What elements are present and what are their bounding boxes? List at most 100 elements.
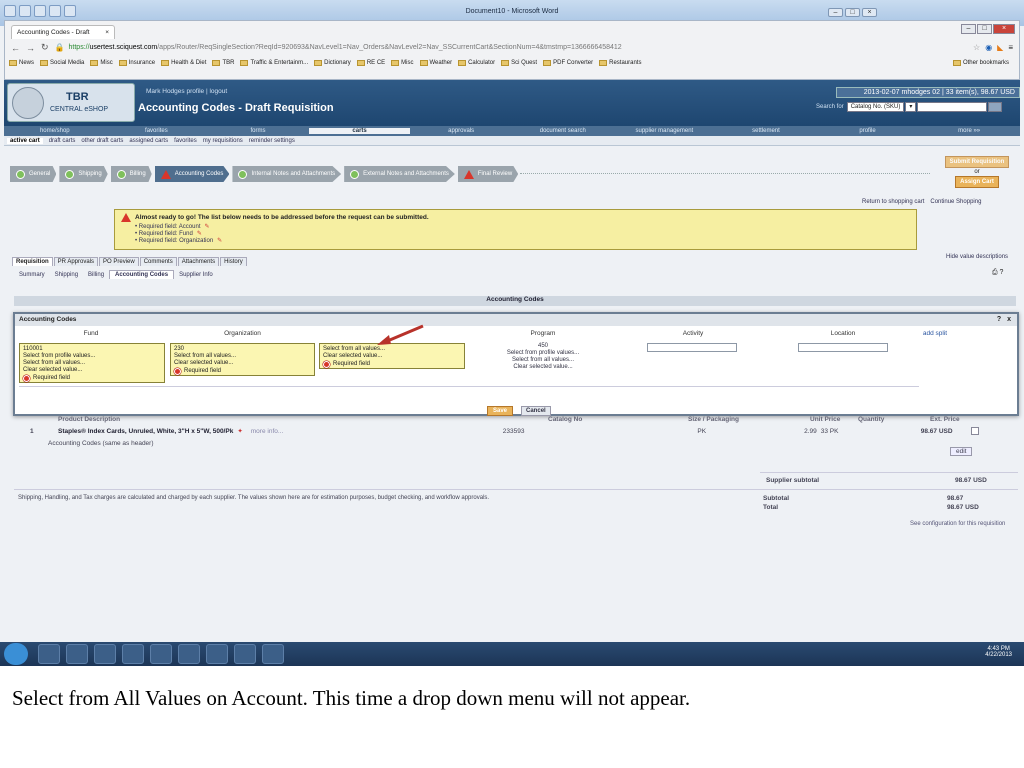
- edit-pencil-icon[interactable]: ✎: [217, 238, 222, 244]
- main-nav-item[interactable]: supplier management: [614, 128, 716, 134]
- program-profile-option[interactable]: Select from profile values...: [485, 350, 601, 357]
- bookmark-item[interactable]: Misc: [391, 59, 414, 66]
- media-icon[interactable]: [94, 644, 116, 664]
- location-input[interactable]: [798, 343, 888, 352]
- bookmark-item[interactable]: Insurance: [118, 59, 155, 66]
- hide-descriptions-link[interactable]: Hide value descriptions: [946, 254, 1008, 260]
- powerpoint-icon[interactable]: [262, 644, 284, 664]
- maximize-icon[interactable]: □: [977, 24, 992, 34]
- bookmark-item[interactable]: Misc: [90, 59, 113, 66]
- main-nav-item[interactable]: profile: [817, 128, 919, 134]
- edit-pencil-icon[interactable]: ✎: [205, 224, 210, 230]
- bookmark-item[interactable]: News: [9, 59, 34, 66]
- requisition-tab[interactable]: History: [220, 257, 247, 266]
- requisition-subtab[interactable]: Accounting Codes: [109, 270, 175, 279]
- requisition-tab[interactable]: Requisition: [12, 257, 53, 266]
- bookmark-item[interactable]: PDF Converter: [543, 59, 593, 66]
- add-split-link[interactable]: add split: [920, 330, 950, 337]
- bookmark-item[interactable]: RE CE: [356, 59, 385, 66]
- url-field[interactable]: https://usertest.sciquest.com/apps/Route…: [69, 44, 622, 51]
- chrome-icon[interactable]: [206, 644, 228, 664]
- cancel-button[interactable]: Cancel: [521, 406, 551, 416]
- bookmark-item[interactable]: Health & Diet: [161, 59, 206, 66]
- sub-nav-item[interactable]: reminder settings: [249, 138, 295, 144]
- step-shipping[interactable]: Shipping: [59, 166, 108, 182]
- other-bookmarks[interactable]: Other bookmarks: [952, 59, 1009, 66]
- return-to-cart-link[interactable]: Return to shopping cart: [862, 199, 924, 205]
- requisition-tab[interactable]: Comments: [139, 257, 177, 266]
- step-external-notes-and-attachments[interactable]: External Notes and Attachments: [344, 166, 455, 182]
- minimize-icon[interactable]: –: [961, 24, 976, 34]
- maximize-icon[interactable]: □: [845, 8, 860, 17]
- alert-item[interactable]: • Required field: Organization ✎: [135, 238, 910, 245]
- explorer-icon[interactable]: [66, 644, 88, 664]
- sub-nav-item[interactable]: draft carts: [49, 138, 76, 144]
- word-icon[interactable]: [234, 644, 256, 664]
- bookmark-item[interactable]: Social Media: [40, 59, 84, 66]
- notepad-icon[interactable]: [122, 644, 144, 664]
- star-icon[interactable]: ☆: [973, 43, 980, 52]
- minimize-icon[interactable]: –: [828, 8, 843, 17]
- edit-button[interactable]: edit: [950, 447, 973, 456]
- requisition-subtab[interactable]: Supplier Info: [174, 271, 218, 279]
- account-clear-option[interactable]: Clear selected value...: [323, 353, 461, 360]
- system-clock[interactable]: 4:43 PM 4/22/2013: [985, 646, 1012, 658]
- close-icon[interactable]: ×: [993, 24, 1015, 34]
- search-go-button[interactable]: [988, 102, 1003, 112]
- organization-clear-option[interactable]: Clear selected value...: [174, 360, 311, 367]
- main-nav-item[interactable]: favorites: [106, 128, 208, 134]
- bookmark-item[interactable]: Calculator: [458, 59, 495, 66]
- bookmark-item[interactable]: Dictionary: [314, 59, 351, 66]
- favorite-icon[interactable]: ✦: [237, 427, 242, 435]
- start-icon[interactable]: [4, 643, 28, 665]
- cart-summary[interactable]: 2013-02-07 mhodges 02 | 33 item(s), 98.6…: [836, 87, 1020, 98]
- program-field[interactable]: 450 Select from profile values... Select…: [485, 343, 601, 371]
- bookmark-item[interactable]: Restaurants: [599, 59, 641, 66]
- fund-clear-option[interactable]: Clear selected value...: [23, 367, 161, 374]
- edit-pencil-icon[interactable]: ✎: [197, 231, 202, 237]
- step-accounting-codes[interactable]: Accounting Codes: [154, 166, 230, 182]
- tab-close-icon[interactable]: ×: [105, 29, 109, 36]
- save-button[interactable]: Save: [487, 406, 514, 416]
- main-nav-item[interactable]: carts: [308, 128, 411, 134]
- print-icon[interactable]: ⎙ ?: [992, 269, 1003, 277]
- row-description[interactable]: Staples® Index Cards, Unruled, White, 3"…: [58, 428, 233, 435]
- program-clear-option[interactable]: Clear selected value...: [485, 364, 601, 371]
- sub-nav-item[interactable]: my requisitions: [203, 138, 243, 144]
- alert-item[interactable]: • Required field: Account ✎: [135, 224, 910, 231]
- see-configuration-link[interactable]: See configuration for this requisition: [910, 521, 1005, 527]
- forward-icon[interactable]: →: [26, 43, 35, 53]
- bookmark-item[interactable]: TBR: [212, 59, 234, 66]
- lifesaver-icon[interactable]: [150, 644, 172, 664]
- main-nav-item[interactable]: home/shop: [4, 128, 106, 134]
- requisition-tab[interactable]: PR Approvals: [53, 257, 99, 266]
- main-nav-item[interactable]: approvals: [410, 128, 512, 134]
- search-type-select[interactable]: Catalog No. (SKU): [846, 102, 905, 112]
- close-icon[interactable]: ×: [862, 8, 877, 17]
- user-links[interactable]: Mark Hodges profile | logout: [146, 88, 227, 95]
- fund-field[interactable]: 110001 Select from profile values... Sel…: [19, 343, 165, 383]
- sub-nav-item[interactable]: other draft carts: [81, 138, 123, 144]
- search-input[interactable]: [917, 102, 988, 112]
- sub-nav-item[interactable]: favorites: [174, 138, 197, 144]
- ie-icon[interactable]: [38, 644, 60, 664]
- row-checkbox[interactable]: [970, 427, 979, 435]
- requisition-subtab[interactable]: Shipping: [50, 271, 83, 279]
- bookmark-item[interactable]: Traffic & Entertainm...: [240, 59, 308, 66]
- organization-field[interactable]: 230 Select from all values... Clear sele…: [170, 343, 315, 376]
- outlook-icon[interactable]: [178, 644, 200, 664]
- browser-tab[interactable]: Accounting Codes - Draft ×: [11, 25, 115, 39]
- sub-nav-item[interactable]: assigned carts: [129, 138, 168, 144]
- step-internal-notes-and-attachments[interactable]: Internal Notes and Attachments: [232, 166, 342, 182]
- main-nav-item[interactable]: forms: [207, 128, 309, 134]
- assign-cart-button[interactable]: Assign Cart: [955, 176, 999, 188]
- program-all-option[interactable]: Select from all values...: [485, 357, 601, 364]
- logo[interactable]: TBR CENTRAL eSHOP: [7, 83, 135, 122]
- extension-icon[interactable]: ◉: [985, 43, 992, 52]
- sub-nav-item[interactable]: active cart: [7, 137, 43, 144]
- requisition-tab[interactable]: Attachments: [177, 257, 220, 266]
- requisition-subtab[interactable]: Summary: [14, 271, 50, 279]
- requisition-tab[interactable]: PO Preview: [99, 257, 139, 266]
- fund-all-option[interactable]: Select from all values...: [23, 360, 161, 367]
- search-dropdown-icon[interactable]: ▾: [905, 102, 917, 112]
